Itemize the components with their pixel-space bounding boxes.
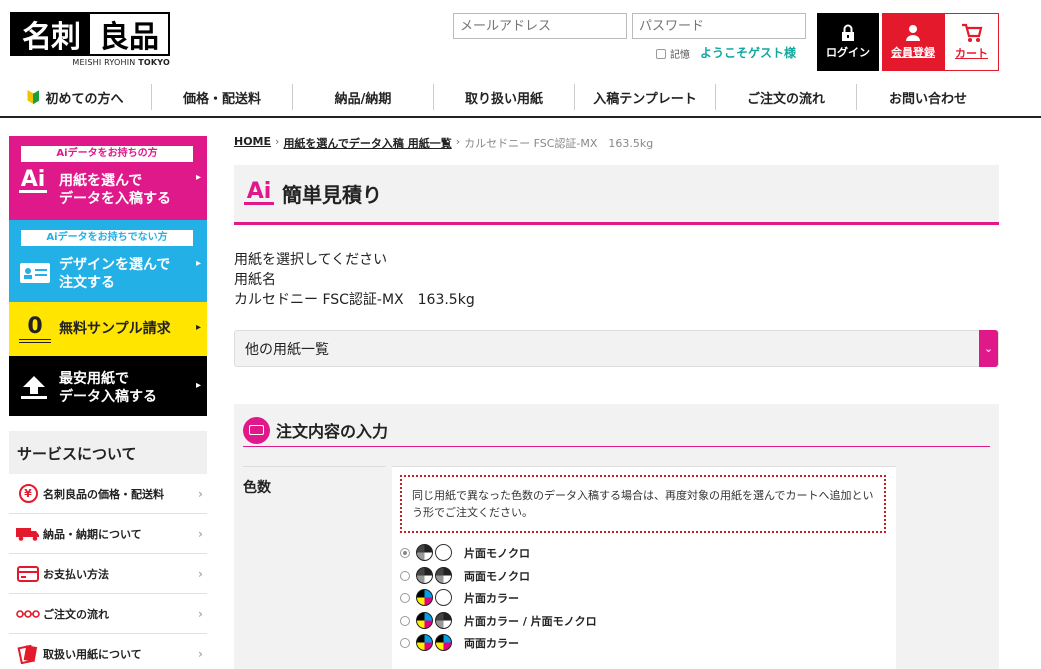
banner-cheapest-upload[interactable]: 最安用紙で データ入稿する ▸ — [9, 356, 207, 416]
cmyk-ink-icon — [416, 634, 433, 651]
blank-side-icon — [435, 544, 452, 561]
chevron-right-icon: › — [198, 566, 203, 581]
site-logo[interactable]: 名刺 良品 MEISHI RYOHIN TOKYO — [10, 12, 170, 67]
chevron-right-icon: › — [198, 526, 203, 541]
service-item-order-flow[interactable]: ご注文の流れ › — [9, 594, 207, 634]
lock-icon — [842, 24, 854, 41]
radio-color-mono[interactable] — [400, 615, 410, 626]
order-input-section: 注文内容の入力 色数 同じ用紙で異なった色数のデータ入稿する場合は、再度対象の用… — [234, 404, 999, 669]
breadcrumb-paper-list[interactable]: 用紙を選んでデータ入稿 用紙一覧 — [283, 135, 451, 151]
cart-button[interactable]: カート — [944, 13, 999, 71]
chevron-right-icon: › — [198, 606, 203, 621]
other-paper-select[interactable]: 他の用紙一覧 ⌄ — [234, 330, 999, 367]
keyboard-icon — [243, 416, 270, 444]
sidebar: Aiデータをお持ちの方 Ai 用紙を選んで データを入稿する ▸ Aiデータをお持… — [9, 136, 207, 669]
nav-order-flow[interactable]: ご注文の流れ — [716, 84, 857, 110]
cmyk-ink-icon — [416, 612, 433, 629]
chevron-right-icon: › — [198, 646, 203, 661]
blank-side-icon — [435, 589, 452, 606]
nav-price[interactable]: 価格・配送料 — [152, 84, 293, 110]
option-double-color[interactable]: 両面カラー — [400, 634, 519, 651]
color-count-options: 同じ用紙で異なった色数のデータ入稿する場合は、再度対象の用紙を選んでカートへ追加… — [392, 466, 896, 669]
yen-icon: ¥ — [18, 484, 38, 503]
arrow-right-icon: ▸ — [195, 380, 201, 391]
color-count-note: 同じ用紙で異なった色数のデータ入稿する場合は、再度対象の用紙を選んでカートへ追加… — [400, 475, 886, 533]
remember-checkbox-row[interactable]: 記憶 — [656, 46, 690, 61]
select-paper-prompt: 用紙を選択してください — [234, 252, 388, 268]
paper-info: 用紙を選択してください 用紙名 カルセドニー FSC認証-MX 163.5kg — [234, 250, 475, 310]
chevron-down-icon: ⌄ — [979, 330, 998, 367]
banner-ai-upload[interactable]: Aiデータをお持ちの方 Ai 用紙を選んで データを入稿する ▸ — [9, 136, 207, 220]
radio-single-color[interactable] — [400, 592, 410, 603]
register-button[interactable]: 会員登録 — [882, 13, 944, 71]
arrow-right-icon: ▸ — [195, 172, 201, 183]
logo-subtitle: MEISHI RYOHIN TOKYO — [72, 58, 170, 67]
mono-ink-icon — [416, 544, 433, 561]
email-input[interactable] — [453, 13, 627, 39]
upload-icon — [21, 376, 47, 399]
cart-icon — [961, 23, 982, 42]
credit-card-icon — [17, 565, 39, 582]
service-item-paper[interactable]: 取扱い用紙について › — [9, 634, 207, 669]
services-title: サービスについて — [9, 431, 207, 474]
order-section-title: 注文内容の入力 — [276, 422, 389, 441]
login-button[interactable]: ログイン — [817, 13, 879, 71]
banner-design-order[interactable]: Aiデータをお持ちでない方 デザインを選んで 注文する ▸ — [9, 220, 207, 302]
logo-mark-right: 良品 — [99, 20, 159, 55]
banner-free-sample[interactable]: 0 無料サンプル請求 ▸ — [9, 302, 207, 356]
logo-mark-left: 名刺 — [12, 14, 90, 55]
radio-single-mono[interactable] — [400, 547, 410, 558]
paper-cards-icon — [17, 644, 38, 664]
nav-paper[interactable]: 取り扱い用紙 — [434, 84, 575, 110]
ai-file-icon: Ai — [19, 167, 47, 193]
page-title: 簡単見積り — [282, 183, 382, 207]
breadcrumb-current: カルセドニー FSC認証-MX 163.5kg — [464, 137, 654, 150]
service-item-price[interactable]: ¥ 名刺良品の価格・配送料 › — [9, 474, 207, 514]
flow-dots-icon — [16, 609, 40, 618]
truck-icon — [16, 527, 39, 541]
nav-contact[interactable]: お問い合わせ — [857, 84, 999, 110]
sample-stack-icon: 0 — [19, 314, 51, 343]
paper-name-label: 用紙名 — [234, 272, 276, 288]
option-single-color[interactable]: 片面カラー — [400, 589, 519, 606]
option-double-mono[interactable]: 両面モノクロ — [400, 567, 530, 584]
paper-name-value: カルセドニー FSC認証-MX 163.5kg — [234, 292, 475, 308]
nav-template[interactable]: 入稿テンプレート — [575, 84, 716, 110]
breadcrumb: HOME › 用紙を選んでデータ入稿 用紙一覧 › カルセドニー FSC認証-M… — [234, 135, 654, 151]
remember-label: 記憶 — [670, 50, 690, 61]
mono-ink-icon — [416, 567, 433, 584]
radio-double-mono[interactable] — [400, 570, 410, 581]
arrow-right-icon: ▸ — [195, 258, 201, 269]
service-item-delivery[interactable]: 納品・納期について › — [9, 514, 207, 554]
color-count-label: 色数 — [243, 466, 386, 497]
service-item-payment[interactable]: お支払い方法 › — [9, 554, 207, 594]
business-card-icon — [20, 263, 50, 283]
mono-ink-icon — [435, 612, 452, 629]
order-section-header: 注文内容の入力 — [243, 414, 990, 447]
cmyk-ink-icon — [416, 589, 433, 606]
option-color-mono[interactable]: 片面カラー / 片面モノクロ — [400, 612, 597, 629]
beginner-mark-icon — [27, 90, 40, 104]
chevron-right-icon: › — [198, 486, 203, 501]
cmyk-ink-icon — [435, 634, 452, 651]
password-input[interactable] — [632, 13, 806, 39]
arrow-right-icon: ▸ — [195, 322, 201, 333]
radio-double-color[interactable] — [400, 637, 410, 648]
nav-beginner[interactable]: 初めての方へ — [0, 84, 152, 110]
option-single-mono[interactable]: 片面モノクロ — [400, 544, 530, 561]
user-icon — [906, 25, 920, 41]
remember-checkbox[interactable] — [656, 48, 666, 59]
main-nav: 初めての方へ 価格・配送料 納品/納期 取り扱い用紙 入稿テンプレート ご注文の… — [0, 84, 1041, 118]
nav-delivery[interactable]: 納品/納期 — [293, 84, 434, 110]
ai-file-icon: Ai — [244, 181, 274, 205]
page-title-box: Ai 簡単見積り — [234, 165, 999, 225]
mono-ink-icon — [435, 567, 452, 584]
welcome-message: ようこそゲスト様 — [700, 46, 797, 60]
breadcrumb-home[interactable]: HOME — [234, 135, 271, 151]
